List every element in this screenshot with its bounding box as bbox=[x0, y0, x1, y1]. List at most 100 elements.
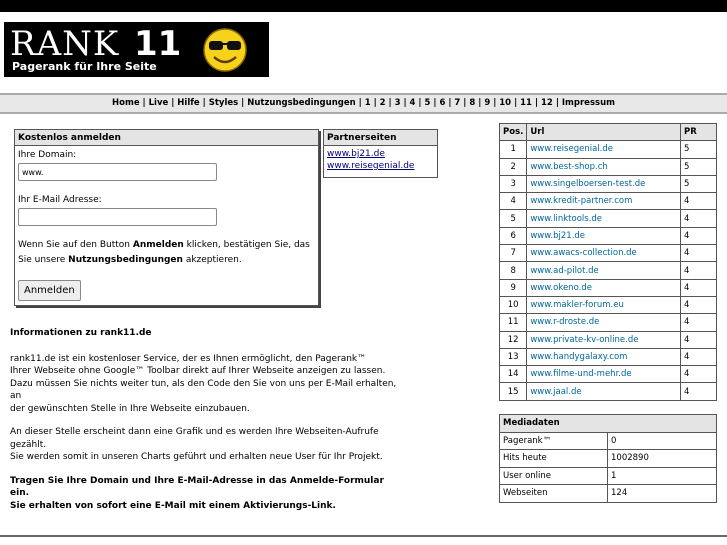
info-paragraph-1: rank11.de ist ein kostenloser Service, d… bbox=[10, 353, 397, 414]
col-header-pos: Pos. bbox=[498, 122, 528, 142]
rank-pr: 4 bbox=[680, 261, 717, 280]
nav-separator: | bbox=[199, 98, 209, 108]
rank-pr: 4 bbox=[680, 209, 717, 228]
register-title: Kostenlos anmelden bbox=[15, 130, 318, 146]
rank-url-link[interactable]: www.okeno.de bbox=[530, 283, 592, 293]
logo-number: 11 bbox=[134, 24, 182, 64]
rank-pos: 4 bbox=[498, 192, 528, 211]
table-row: 9 www.okeno.de 4 bbox=[498, 278, 717, 297]
email-label: Ihr E-Mail Adresse: bbox=[18, 195, 102, 205]
rank-pos: 7 bbox=[498, 244, 528, 263]
info-heading: Informationen zu rank11.de bbox=[10, 328, 152, 338]
rank-pr: 4 bbox=[680, 192, 717, 211]
nav-separator: | bbox=[490, 98, 500, 108]
table-row: 1 www.reisegenial.de 5 bbox=[498, 140, 717, 159]
rank-url-cell: www.bj21.de bbox=[526, 226, 681, 246]
table-row: 14 www.filme-und-mehr.de 4 bbox=[498, 365, 717, 384]
table-row: 2 www.best-shop.ch 5 bbox=[498, 157, 717, 176]
register-box: Kostenlos anmelden Ihre Domain: Ihr E-Ma… bbox=[14, 129, 319, 306]
nav-link[interactable]: Hilfe bbox=[177, 98, 199, 108]
table-row: 15 www.jaal.de 4 bbox=[498, 382, 717, 401]
nav-separator: | bbox=[370, 98, 380, 108]
rank-pos: 15 bbox=[498, 382, 528, 401]
info-paragraph-3: Tragen Sie Ihre Domain und Ihre E-Mail-A… bbox=[10, 475, 384, 511]
partner-link[interactable]: www.bj21.de bbox=[327, 148, 434, 160]
rank-url-link[interactable]: www.handygalaxy.com bbox=[530, 352, 627, 362]
media-value: 1002890 bbox=[607, 449, 717, 468]
nav-link[interactable]: 10 bbox=[499, 98, 511, 108]
table-row: 12 www.private-kv-online.de 4 bbox=[498, 330, 717, 349]
col-header-pr: PR bbox=[680, 122, 717, 142]
rank-pr: 4 bbox=[680, 278, 717, 297]
rank-pos: 3 bbox=[498, 174, 528, 194]
rank-url-cell: www.r-droste.de bbox=[526, 313, 681, 332]
rank-url-link[interactable]: www.singelboersen-test.de bbox=[530, 179, 645, 189]
table-row: 7 www.awacs-collection.de 4 bbox=[498, 244, 717, 263]
rank-url-link[interactable]: www.kredit-partner.com bbox=[530, 196, 632, 206]
smiley-sunglasses-icon bbox=[203, 28, 247, 72]
rank-pos: 5 bbox=[498, 209, 528, 228]
rank-url-link[interactable]: www.filme-und-mehr.de bbox=[530, 369, 631, 379]
nav-link[interactable]: 11 bbox=[520, 98, 532, 108]
rank-url-cell: www.jaal.de bbox=[526, 382, 681, 401]
rank-pos: 1 bbox=[498, 140, 528, 159]
domain-input[interactable] bbox=[18, 163, 217, 181]
table-row: 10 www.makler-forum.eu 4 bbox=[498, 295, 717, 315]
rank-pos: 9 bbox=[498, 278, 528, 297]
nav-separator: | bbox=[415, 98, 425, 108]
rank-pr: 4 bbox=[680, 226, 717, 246]
media-value: 1 bbox=[607, 466, 717, 485]
rank-url-cell: www.best-shop.ch bbox=[526, 157, 681, 176]
info-section: Informationen zu rank11.de rank11.de ist… bbox=[10, 327, 405, 512]
rank-pos: 14 bbox=[498, 365, 528, 384]
logo-tagline: Pagerank für Ihre Seite bbox=[12, 60, 157, 73]
rank-pos: 13 bbox=[498, 347, 528, 367]
nav-separator: | bbox=[139, 98, 149, 108]
nav-link[interactable]: Nutzungsbedingungen bbox=[247, 98, 355, 108]
nav-link[interactable]: Impressum bbox=[562, 98, 615, 108]
rank-url-link[interactable]: www.awacs-collection.de bbox=[530, 248, 636, 258]
rank-pr: 4 bbox=[680, 365, 717, 384]
rank-url-link[interactable]: www.linktools.de bbox=[530, 214, 602, 224]
media-title: Mediadaten bbox=[499, 414, 717, 433]
table-row: Webseiten 124 bbox=[499, 484, 717, 503]
nav-link[interactable]: Home bbox=[112, 98, 140, 108]
rank-url-cell: www.awacs-collection.de bbox=[526, 244, 681, 263]
table-row: 3 www.singelboersen-test.de 5 bbox=[498, 174, 717, 194]
rank-pr: 5 bbox=[680, 157, 717, 176]
rank-url-cell: www.kredit-partner.com bbox=[526, 192, 681, 211]
rank-url-link[interactable]: www.ad-pilot.de bbox=[530, 266, 598, 276]
nav-link[interactable]: Live bbox=[149, 98, 169, 108]
rank-url-link[interactable]: www.best-shop.ch bbox=[530, 162, 607, 172]
bottom-bar bbox=[0, 535, 727, 545]
nav-link[interactable]: Styles bbox=[209, 98, 238, 108]
rank-url-link[interactable]: www.jaal.de bbox=[530, 387, 581, 397]
table-row: 8 www.ad-pilot.de 4 bbox=[498, 261, 717, 280]
nav-separator: | bbox=[168, 98, 178, 108]
partner-link[interactable]: www.reisegenial.de bbox=[327, 160, 434, 172]
rank-pr: 4 bbox=[680, 382, 717, 401]
site-logo[interactable]: RANK 11 Pagerank für Ihre Seite bbox=[4, 22, 269, 77]
rank-url-link[interactable]: www.reisegenial.de bbox=[530, 144, 613, 154]
register-button[interactable]: Anmelden bbox=[18, 280, 81, 301]
rank-url-cell: www.ad-pilot.de bbox=[526, 261, 681, 280]
rank-url-link[interactable]: www.private-kv-online.de bbox=[530, 335, 638, 345]
partner-box: Partnerseiten www.bj21.de www.reisegenia… bbox=[323, 129, 438, 178]
media-value: 0 bbox=[607, 431, 717, 450]
rank-url-cell: www.linktools.de bbox=[526, 209, 681, 228]
rank-url-link[interactable]: www.makler-forum.eu bbox=[530, 300, 623, 310]
rank-pr: 4 bbox=[680, 244, 717, 263]
col-header-url: Url bbox=[526, 122, 681, 142]
table-row: 11 www.r-droste.de 4 bbox=[498, 313, 717, 332]
nav-separator: | bbox=[238, 98, 248, 108]
rank-url-link[interactable]: www.bj21.de bbox=[530, 231, 585, 241]
rank-url-link[interactable]: www.r-droste.de bbox=[530, 317, 599, 327]
rank-url-cell: www.reisegenial.de bbox=[526, 140, 681, 159]
email-input[interactable] bbox=[18, 208, 217, 226]
rank-pos: 12 bbox=[498, 330, 528, 349]
nav-separator: | bbox=[385, 98, 395, 108]
rank-pos: 8 bbox=[498, 261, 528, 280]
nav-link[interactable]: 12 bbox=[541, 98, 553, 108]
table-row: Hits heute 1002890 bbox=[499, 449, 717, 468]
rank-url-cell: www.filme-und-mehr.de bbox=[526, 365, 681, 384]
